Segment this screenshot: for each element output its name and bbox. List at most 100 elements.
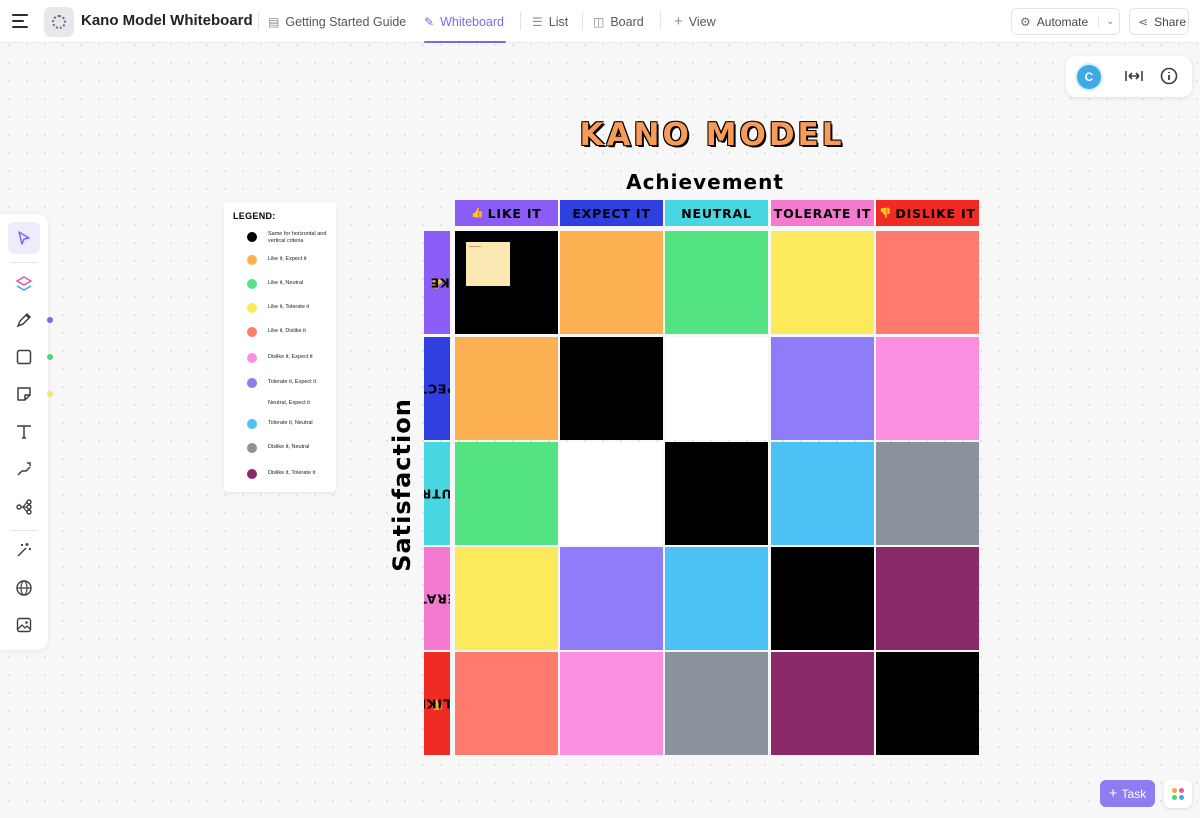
select-tool-icon[interactable] — [8, 222, 40, 254]
column-header[interactable]: NEUTRAL — [665, 200, 768, 226]
grid-cell[interactable] — [665, 442, 768, 545]
tab-board[interactable]: ◫ Board — [593, 0, 644, 43]
whiteboard-space-icon[interactable] — [44, 7, 74, 37]
grid-cell[interactable] — [455, 652, 558, 755]
y-axis-label[interactable]: Satisfaction — [388, 398, 416, 572]
grid-cell[interactable] — [771, 442, 874, 545]
legend-card[interactable]: LEGEND: Same for horizontal and vertical… — [224, 202, 336, 492]
share-button[interactable]: ⋖ Share — [1129, 8, 1189, 35]
column-header[interactable]: EXPECT IT — [560, 200, 663, 226]
tab-whiteboard[interactable]: ✎ Whiteboard — [424, 0, 506, 43]
add-task-button[interactable]: + Task — [1100, 780, 1155, 807]
divider — [10, 262, 38, 263]
fit-width-icon[interactable] — [1123, 65, 1145, 87]
row-header[interactable]: 👎DISLIKE IT — [424, 652, 450, 755]
grid-cell[interactable] — [560, 547, 663, 650]
text-icon[interactable] — [8, 416, 40, 448]
menu-icon[interactable] — [12, 14, 28, 28]
x-axis-label[interactable]: Achievement — [555, 170, 855, 194]
grid-cell[interactable] — [771, 547, 874, 650]
grid-cell[interactable] — [665, 547, 768, 650]
info-icon[interactable] — [1158, 65, 1180, 87]
legend-label: Dislike it, Tolerate it — [268, 470, 316, 476]
divider — [520, 12, 521, 30]
automate-button[interactable]: ⚙ Automate ⌄ — [1011, 8, 1120, 35]
board-icon: ◫ — [593, 14, 605, 29]
shape-icon[interactable] — [8, 341, 40, 373]
grid-cell[interactable] — [560, 231, 663, 334]
legend-label: Tolerate it, Expect it — [268, 379, 316, 385]
row-label: TOLERATE IT — [424, 591, 450, 606]
avatar[interactable]: C — [1075, 63, 1103, 91]
column-header[interactable]: 👎 DISLIKE IT — [876, 200, 979, 226]
column-header[interactable]: TOLERATE IT — [771, 200, 874, 226]
mindmap-icon[interactable] — [8, 491, 40, 523]
plus-icon: + — [674, 13, 683, 30]
tab-label: Board — [610, 14, 644, 29]
legend-color-dot — [247, 279, 257, 289]
row-header[interactable]: 👍LIKE IT — [424, 231, 450, 334]
board-title[interactable]: KANO MODEL — [540, 117, 884, 153]
connector-icon[interactable] — [8, 453, 40, 485]
add-view-button[interactable]: + View — [674, 0, 716, 43]
pen-icon[interactable] — [8, 304, 40, 336]
tab-getting-started-guide[interactable]: ▤ Getting Started Guide — [268, 0, 406, 43]
task-label: Task — [1121, 786, 1147, 801]
divider — [10, 530, 38, 531]
grid-cell[interactable] — [665, 337, 768, 440]
legend-color-dot — [247, 255, 257, 265]
grid-cell[interactable] — [771, 337, 874, 440]
grid-cell[interactable] — [771, 231, 874, 334]
legend-color-dot — [247, 303, 257, 313]
grid-cell[interactable] — [560, 337, 663, 440]
image-icon[interactable] — [8, 609, 40, 641]
column-icon: 👍 — [471, 207, 485, 219]
collab-toolbar: C — [1066, 56, 1192, 97]
apps-dot — [1172, 795, 1177, 800]
row-header[interactable]: TOLERATE IT — [424, 547, 450, 650]
magic-icon[interactable] — [8, 534, 40, 566]
grid-cell[interactable] — [560, 652, 663, 755]
divider — [660, 12, 661, 30]
legend-color-dot — [247, 469, 257, 479]
divider — [258, 12, 259, 30]
row-header[interactable]: NEUTRAL — [424, 442, 450, 545]
tab-label: List — [548, 14, 569, 29]
grid-cell[interactable] — [876, 652, 979, 755]
pen-color-dot — [47, 317, 53, 323]
grid-cell[interactable] — [455, 442, 558, 545]
ai-brain-icon[interactable] — [8, 268, 40, 300]
sticky-note[interactable] — [466, 242, 510, 286]
legend-label: Like it, Expect it — [268, 256, 307, 262]
share-icon: ⋖ — [1138, 14, 1149, 29]
grid-cell[interactable] — [455, 547, 558, 650]
apps-icon[interactable] — [1164, 780, 1192, 808]
legend-label: Tolerate it, Neutral — [268, 420, 313, 426]
column-label: EXPECT IT — [572, 205, 651, 221]
grid-cell[interactable] — [876, 547, 979, 650]
page-title[interactable]: Kano Model Whiteboard — [81, 12, 253, 29]
share-label: Share — [1154, 14, 1187, 29]
sticky-note-icon[interactable] — [8, 378, 40, 410]
row-header[interactable]: EXPECT IT — [424, 337, 450, 440]
grid-cell[interactable] — [876, 442, 979, 545]
legend-color-dot — [247, 399, 257, 409]
grid-cell[interactable] — [455, 337, 558, 440]
tab-list[interactable]: ☰ List — [532, 0, 568, 43]
grid-cell[interactable] — [560, 442, 663, 545]
sticky-color-dot — [47, 391, 53, 397]
grid-cell[interactable] — [876, 231, 979, 334]
column-header[interactable]: 👍 LIKE IT — [455, 200, 558, 226]
chevron-down-icon[interactable]: ⌄ — [1098, 16, 1115, 27]
grid-cell[interactable] — [876, 337, 979, 440]
legend-label: Dislike it, Neutral — [268, 444, 310, 450]
grid-cell[interactable] — [771, 652, 874, 755]
tab-label: Getting Started Guide — [285, 14, 407, 29]
grid-cell[interactable] — [665, 231, 768, 334]
list-icon: ☰ — [532, 14, 543, 29]
grid-cell[interactable] — [665, 652, 768, 755]
row-label: LIKE IT — [424, 275, 450, 290]
plus-icon: + — [1108, 785, 1118, 802]
top-bar: Kano Model Whiteboard ▤ Getting Started … — [0, 0, 1200, 43]
globe-icon[interactable] — [8, 572, 40, 604]
